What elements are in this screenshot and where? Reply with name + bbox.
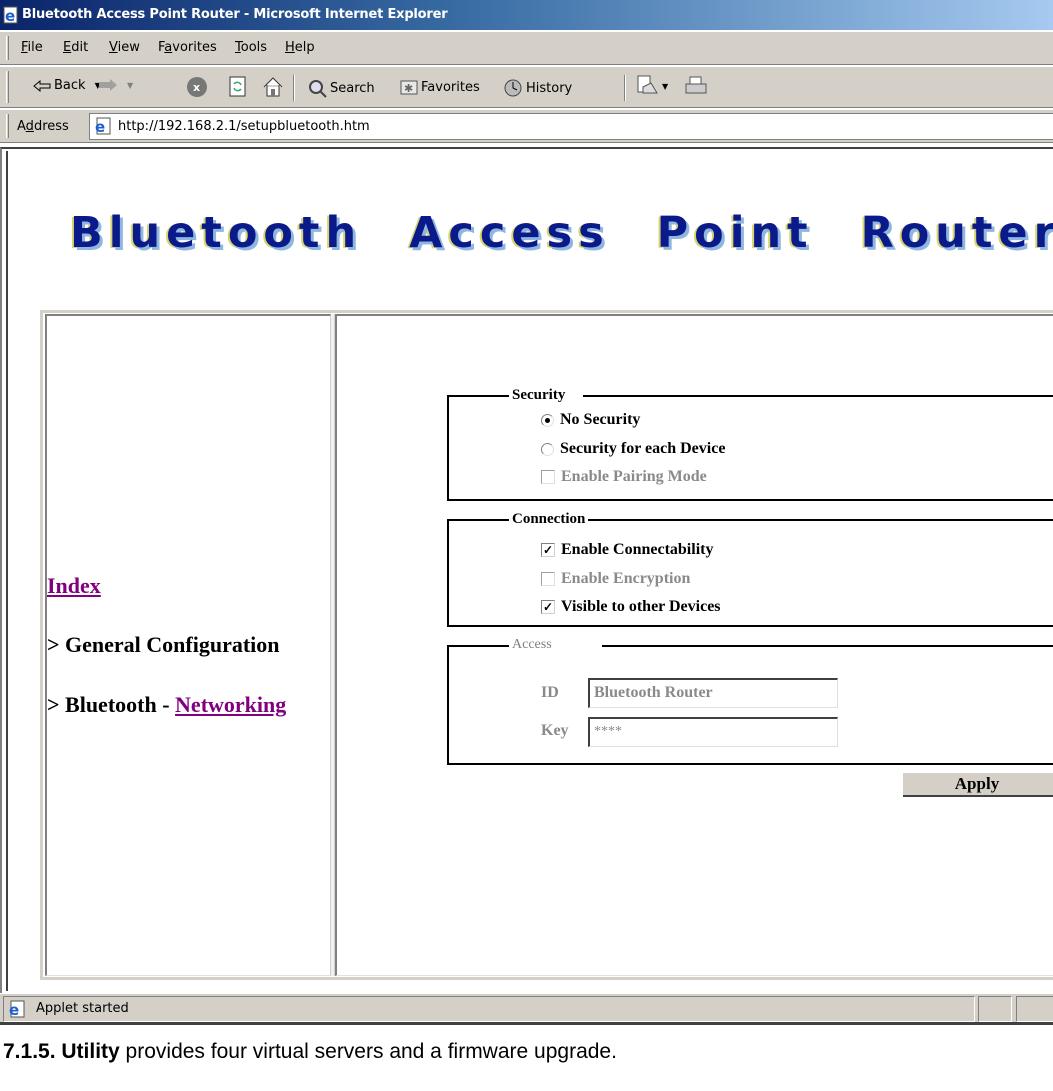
radio-selected-icon — [541, 413, 554, 427]
document-caption: 7.1.5. Utility provides four virtual ser… — [3, 1040, 617, 1063]
connection-legend: Connection — [509, 510, 589, 528]
visible-to-other-devices-checkbox[interactable]: ✓ Visible to other Devices — [541, 598, 721, 616]
security-legend: Security — [509, 386, 584, 404]
key-label: Key — [541, 722, 569, 739]
menu-file[interactable]: File — [21, 40, 43, 55]
checkbox-checked-icon: ✓ — [541, 543, 555, 557]
connection-fieldset: Connection ✓ Enable Connectability Enable… — [447, 510, 1053, 627]
home-icon — [263, 77, 283, 97]
window-title-bar: e Bluetooth Access Point Router - Micros… — [0, 0, 1053, 30]
menu-view[interactable]: View — [109, 40, 140, 55]
page-icon: e — [95, 117, 111, 135]
checkbox-checked-icon: ✓ — [541, 600, 555, 614]
nav-general-configuration[interactable]: > General Configuration — [47, 632, 280, 658]
page-icon: e — [9, 1000, 25, 1018]
svg-text:e: e — [95, 118, 105, 135]
menu-edit[interactable]: Edit — [63, 40, 88, 55]
nav-bluetooth-networking: > Bluetooth - Networking — [47, 692, 287, 717]
mail-button[interactable]: ▼ — [637, 75, 668, 97]
menu-favorites[interactable]: Favorites — [158, 40, 217, 55]
enable-pairing-mode-checkbox[interactable]: Enable Pairing Mode — [541, 468, 707, 486]
address-input[interactable]: e http://192.168.2.1/setupbluetooth.htm — [89, 113, 1053, 140]
refresh-icon — [229, 76, 246, 97]
status-pane — [978, 996, 1012, 1022]
nav-networking-link[interactable]: Networking — [175, 692, 286, 717]
toolbar-grip[interactable] — [6, 71, 9, 103]
menu-help[interactable]: Help — [285, 40, 315, 55]
stop-button[interactable]: x — [186, 76, 208, 98]
security-fieldset: Security No Security Security for each D… — [447, 386, 1053, 501]
apply-button[interactable]: Apply — [903, 773, 1053, 797]
status-pane — [1016, 996, 1053, 1022]
svg-text:e: e — [5, 7, 15, 24]
radio-unselected-icon — [541, 442, 554, 456]
svg-text:✱: ✱ — [404, 82, 413, 95]
toolbar-grip[interactable] — [6, 36, 9, 60]
key-input[interactable]: **** — [588, 717, 838, 747]
menu-tools[interactable]: Tools — [235, 40, 267, 55]
address-label: Address — [17, 119, 69, 134]
status-bar: e Applet started — [0, 993, 1053, 1025]
svg-text:e: e — [9, 1001, 19, 1018]
mail-dropdown-icon[interactable]: ▼ — [662, 82, 668, 91]
id-input[interactable]: Bluetooth Router — [588, 678, 838, 708]
svg-text:x: x — [193, 81, 200, 94]
search-icon — [309, 80, 327, 98]
favorites-icon: ✱ — [400, 80, 418, 95]
favorites-button[interactable]: ✱ Favorites — [400, 78, 480, 96]
history-button[interactable]: History — [503, 78, 572, 98]
checkbox-unchecked-icon — [541, 470, 555, 484]
address-bar: Address e http://192.168.2.1/setupblueto… — [0, 109, 1053, 143]
id-label: ID — [541, 684, 559, 701]
forward-dropdown-icon[interactable]: ▼ — [127, 81, 133, 90]
status-text-pane: e Applet started — [3, 996, 975, 1022]
forward-button[interactable]: ▼ — [98, 78, 133, 92]
enable-connectability-checkbox[interactable]: ✓ Enable Connectability — [541, 541, 713, 559]
menu-bar: File Edit View Favorites Tools Help — [0, 31, 1053, 65]
no-security-radio[interactable]: No Security — [541, 411, 640, 429]
print-icon — [685, 76, 707, 94]
access-fieldset: Access ID Bluetooth Router Key **** — [447, 636, 1053, 765]
print-button[interactable] — [685, 76, 707, 96]
standard-toolbar: Back ▼ ▼ x Search ✱ Favorites History ▼ — [0, 66, 1053, 108]
mail-icon — [637, 75, 658, 94]
search-button[interactable]: Search — [307, 78, 375, 98]
security-each-device-radio[interactable]: Security for each Device — [541, 440, 725, 458]
home-button[interactable] — [262, 76, 284, 98]
toolbar-grip[interactable] — [6, 114, 9, 138]
page-banner: Bluetooth Access Point Router — [70, 208, 1053, 258]
forward-arrow-icon — [99, 79, 117, 91]
back-arrow-icon — [33, 79, 51, 92]
history-icon — [504, 79, 522, 97]
window-title: Bluetooth Access Point Router - Microsof… — [22, 7, 448, 22]
refresh-button[interactable] — [229, 76, 247, 98]
checkbox-unchecked-icon — [541, 572, 555, 586]
nav-index-link[interactable]: Index — [47, 573, 101, 599]
access-legend: Access — [509, 636, 602, 654]
back-button[interactable]: Back ▼ — [33, 78, 101, 93]
internet-explorer-icon: e — [3, 6, 18, 24]
enable-encryption-checkbox[interactable]: Enable Encryption — [541, 570, 690, 588]
stop-icon: x — [187, 77, 207, 97]
